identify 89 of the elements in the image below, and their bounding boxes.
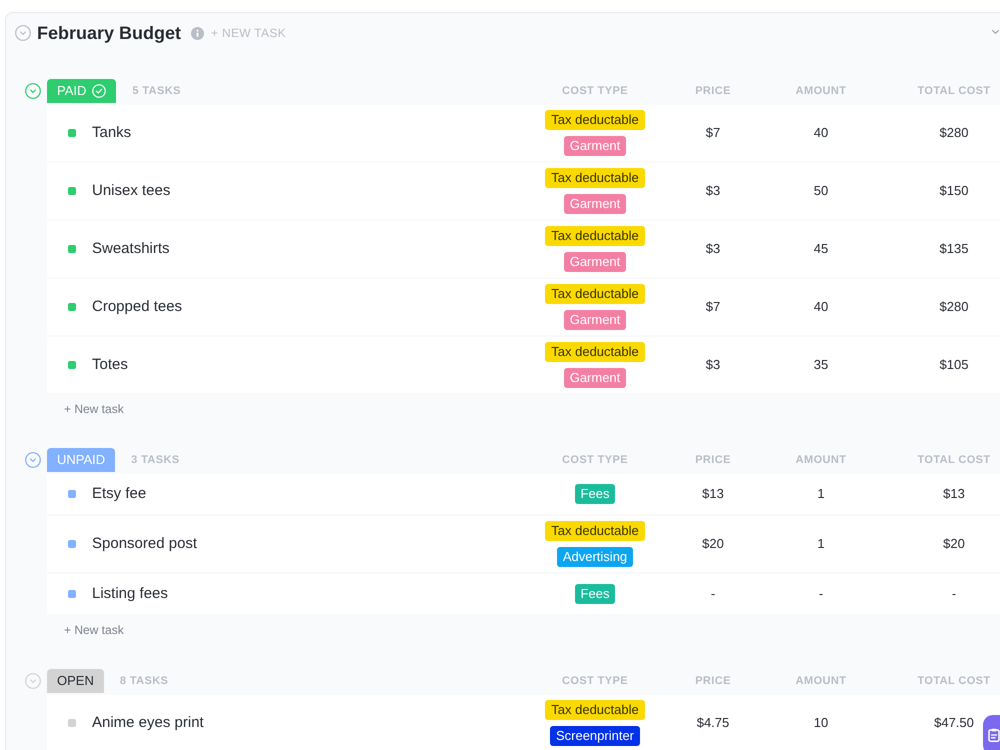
task-name: Sponsored post [92,534,198,554]
cost-type-tag: Garment [564,252,626,272]
column-header: COST TYPE [562,452,628,468]
task-count: 8 TASKS [120,674,168,689]
amount-cell-text: 35 [814,356,828,374]
cost-type-tag: Tax deductable [545,110,645,130]
cost-type-tag: Advertising [556,547,634,567]
cost-type-tag: Garment [564,310,626,330]
cost-type-tag: Garment [564,368,626,388]
column-header: PRICE [695,674,731,689]
column-header: PRICE [695,84,731,99]
total-cost-cell-text: $135 [940,240,968,258]
task-row[interactable]: Sweatshirts Tax deductable Garment $3 45 $135 [47,221,1000,277]
cost-type-tag: Garment [564,194,626,214]
total-cost-cell-text: $280 [940,298,968,316]
price-cell-text: $4.75 [696,714,730,732]
cost-type-tag: Garment [564,136,626,156]
amount-cell-text: 45 [814,240,828,258]
task-row[interactable]: Anime eyes print Tax deductable Screenprinter $4.75 10 $47.50 [47,695,1000,750]
task-row[interactable]: Cropped tees Tax deductable Garment $7 40 $280 [47,279,1000,335]
task-row[interactable]: Listing fees Fees - - - [47,574,1000,614]
column-header: COST TYPE [562,84,628,99]
floating-action-button[interactable] [983,715,1000,750]
amount-cell-text: 10 [814,714,828,732]
column-header: TOTAL COST [917,452,991,468]
task-name: Sweatshirts [92,238,170,259]
collapse-chevron-icon[interactable] [25,452,41,468]
price-cell-text: $3 [706,240,720,258]
task-row[interactable]: Etsy fee Fees $13 1 $13 [47,474,1000,514]
total-cost-cell-text: $13 [943,485,965,504]
price-cell-text: $20 [702,535,724,554]
collapse-chevron-icon[interactable] [25,673,41,689]
cost-type-tag: Tax deductable [545,700,645,720]
total-cost-cell-text: $47.50 [934,714,974,732]
new-task-button[interactable]: + New task [64,400,124,418]
amount-cell-text: 50 [814,182,828,200]
clipboard-icon [988,728,1000,742]
task-name: Listing fees [92,584,168,604]
column-header: AMOUNT [796,84,846,99]
cost-type-tag: Fees [574,584,616,604]
cost-type-tag: Screenprinter [550,726,640,746]
task-name: Tanks [92,122,132,143]
task-name: Etsy fee [92,484,146,504]
list-title: February Budget [37,22,182,45]
collapse-chevron-icon[interactable] [15,25,31,41]
price-cell-text: - [710,585,716,604]
column-header: AMOUNT [796,674,846,689]
status-badge[interactable]: OPEN [47,669,104,693]
price-cell-text: $13 [702,485,724,504]
amount-cell-text: - [818,585,824,604]
task-row[interactable]: Totes Tax deductable Garment $3 35 $105 [47,337,1000,393]
cost-type-tag: Tax deductable [545,284,645,304]
total-cost-cell-text: $280 [940,124,968,142]
price-cell-text: $7 [706,124,720,142]
task-name: Unisex tees [92,180,170,201]
cost-type-tag: Tax deductable [545,342,645,362]
cost-type-tag: Tax deductable [545,226,645,246]
amount-cell-text: 40 [814,124,828,142]
price-cell-text: $3 [706,356,720,374]
amount-cell-text: 40 [814,298,828,316]
task-count: 5 TASKS [132,84,181,99]
column-header: TOTAL COST [917,674,991,689]
price-cell-text: $3 [706,182,720,200]
task-count: 3 TASKS [131,452,180,468]
amount-cell-text: 1 [817,485,825,504]
task-name: Totes [92,354,128,375]
task-row[interactable]: Tanks Tax deductable Garment $7 40 $280 [47,105,1000,161]
task-name: Anime eyes print [92,712,204,733]
chevron-down-icon[interactable] [992,30,999,34]
cost-type-tag: Tax deductable [545,168,645,188]
cost-type-tag: Fees [574,484,616,504]
price-cell-text: $7 [706,298,720,316]
collapse-chevron-icon[interactable] [25,83,41,99]
total-cost-cell-text: $105 [940,356,968,374]
check-circle-icon [92,84,106,98]
total-cost-cell-text: $150 [940,182,968,200]
column-header: COST TYPE [562,674,628,689]
total-cost-cell-text: - [952,585,956,604]
new-task-button[interactable]: + New task [64,621,124,639]
amount-cell-text: 1 [817,535,825,554]
column-header: TOTAL COST [917,84,991,99]
cost-type-tag: Tax deductable [545,521,645,541]
column-header: AMOUNT [796,452,846,468]
info-icon[interactable] [191,26,204,40]
total-cost-cell-text: $20 [943,535,965,554]
task-row[interactable]: Sponsored post Tax deductable Advertising $20 1 $20 [47,516,1000,572]
column-header: PRICE [695,452,731,468]
task-row[interactable]: Unisex tees Tax deductable Garment $3 50 $150 [47,163,1000,219]
task-name: Cropped tees [92,296,182,317]
